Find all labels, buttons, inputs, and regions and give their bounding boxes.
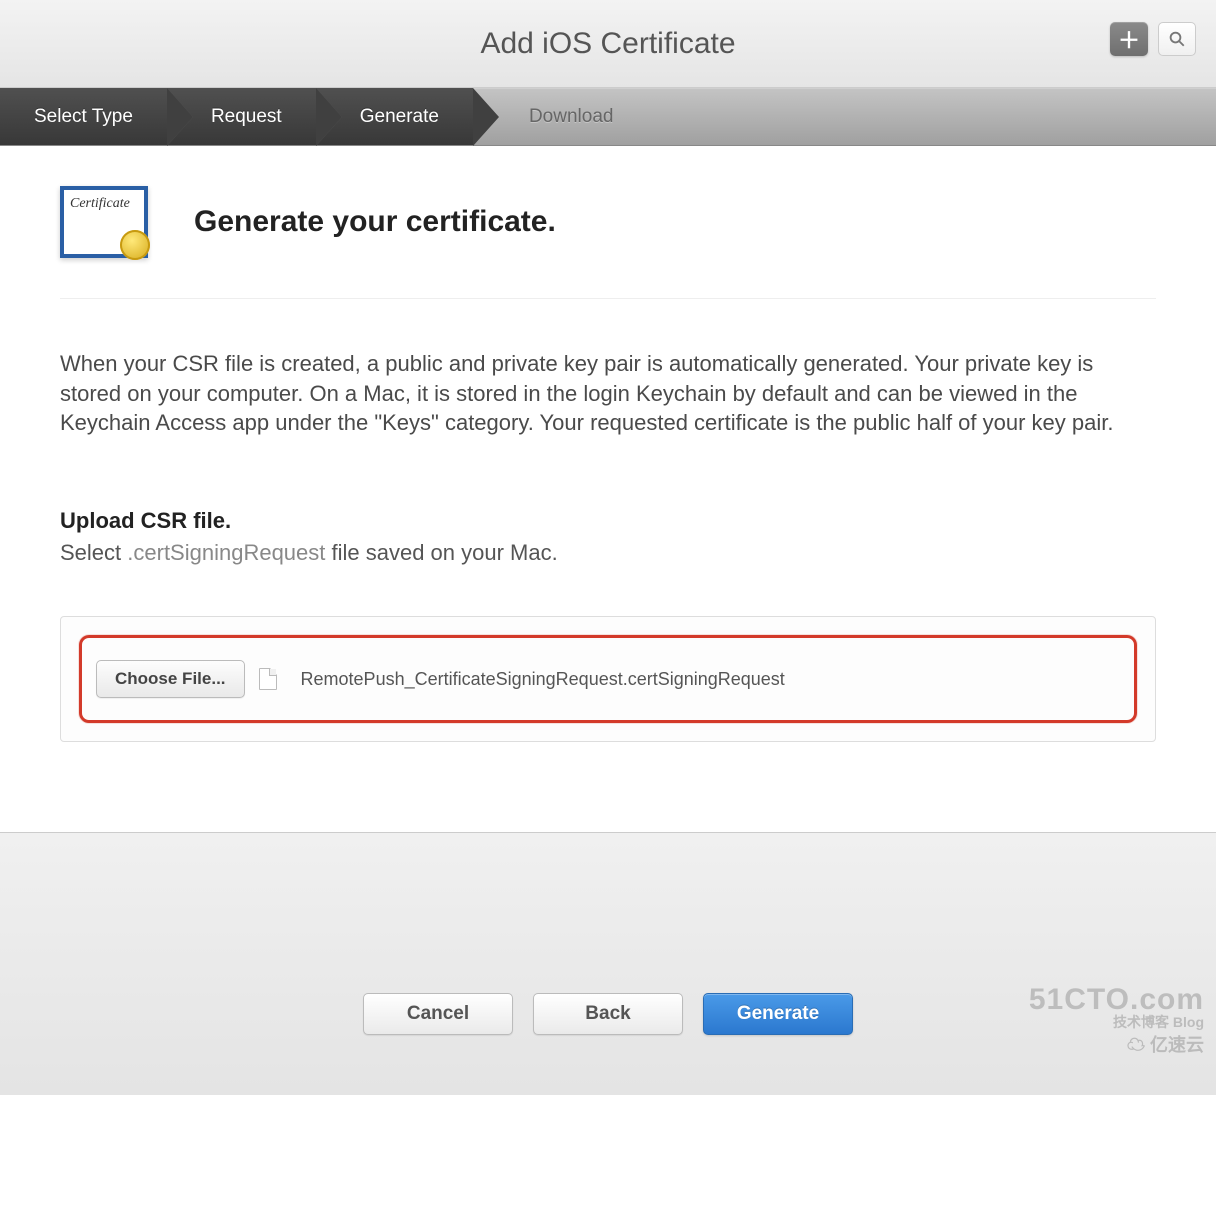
search-button[interactable] — [1158, 22, 1196, 56]
header-actions: ＋ — [1110, 22, 1196, 56]
generate-title: Generate your certificate. — [194, 205, 556, 239]
certificate-icon: Certificate — [60, 186, 148, 258]
step-download: Download — [473, 88, 648, 145]
cancel-button[interactable]: Cancel — [363, 993, 513, 1035]
watermark-line-1: 51CTO.com — [1029, 984, 1204, 1016]
step-label: Download — [529, 106, 614, 128]
upload-box: Choose File... RemotePush_CertificateSig… — [60, 616, 1156, 742]
upload-inner-highlight: Choose File... RemotePush_CertificateSig… — [79, 635, 1137, 723]
page-title: Add iOS Certificate — [480, 27, 735, 61]
step-bar: Select Type Request Generate Download — [0, 88, 1216, 146]
upload-subtext: Select .certSigningRequest file saved on… — [60, 540, 1156, 566]
step-label: Request — [211, 106, 282, 128]
add-button[interactable]: ＋ — [1110, 22, 1148, 56]
upload-sub-c: file saved on your Mac. — [325, 540, 557, 565]
certificate-icon-label: Certificate — [70, 196, 130, 212]
choose-file-button[interactable]: Choose File... — [96, 660, 245, 698]
upload-sub-a: Select — [60, 540, 127, 565]
generate-button[interactable]: Generate — [703, 993, 853, 1035]
upload-sub-ext: .certSigningRequest — [127, 540, 325, 565]
file-icon — [259, 668, 277, 690]
bottom-bar: Cancel Back Generate 51CTO.com 技术博客 Blog… — [0, 832, 1216, 1095]
divider — [60, 298, 1156, 299]
upload-heading: Upload CSR file. — [60, 508, 1156, 534]
watermark-line-3: ☁ 亿速云 — [1029, 1036, 1204, 1055]
search-icon — [1168, 30, 1186, 48]
page-header: Add iOS Certificate ＋ — [0, 0, 1216, 88]
plus-icon: ＋ — [1118, 23, 1140, 55]
selected-filename: RemotePush_CertificateSigningRequest.cer… — [301, 669, 785, 690]
watermark: 51CTO.com 技术博客 Blog ☁ 亿速云 — [1029, 984, 1204, 1055]
seal-icon — [120, 230, 150, 260]
step-select-type[interactable]: Select Type — [0, 88, 167, 145]
body-paragraph: When your CSR file is created, a public … — [60, 349, 1156, 438]
step-label: Select Type — [34, 106, 133, 128]
content-area: Certificate Generate your certificate. W… — [0, 146, 1216, 832]
cloud-icon: ☁ — [1127, 1035, 1145, 1055]
step-label: Generate — [360, 106, 439, 128]
back-button[interactable]: Back — [533, 993, 683, 1035]
generate-heading-row: Certificate Generate your certificate. — [60, 186, 1156, 258]
watermark-line-2: 技术博客 Blog — [1029, 1015, 1204, 1030]
